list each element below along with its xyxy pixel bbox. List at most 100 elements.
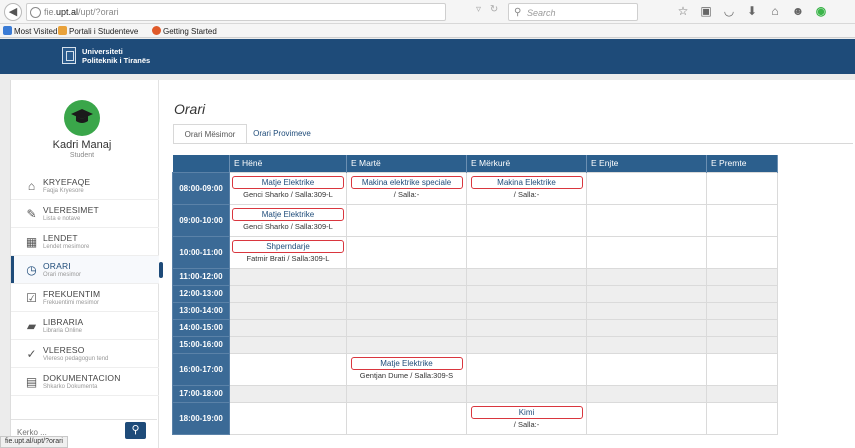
schedule-cell (706, 267, 778, 286)
subject-label[interactable]: Shperndarje (232, 239, 344, 253)
address-bar[interactable]: fie.upt.al/upt/?orari (26, 3, 446, 21)
schedule-cell (346, 335, 467, 354)
reload-icon[interactable]: ↻ (490, 4, 498, 15)
time-slot: 14:00-15:00 (172, 318, 230, 337)
schedule-cell (586, 318, 707, 337)
sidebar-item-dokumentacion[interactable]: ▤ DOKUMENTACION Shkarko Dokumenta (11, 368, 159, 396)
schedule-cell (586, 203, 707, 237)
subject-label[interactable]: Makina Elektrike (470, 175, 583, 189)
home-button-icon[interactable]: ⌂ (768, 4, 782, 18)
time-slot: 09:00-10:00 (172, 203, 230, 237)
schedule-cell (706, 352, 778, 386)
schedule-cell (346, 235, 467, 269)
schedule-cell (706, 301, 778, 320)
schedule-cell: Shperndarje Fatmir Brati / Salla:309-L (229, 235, 347, 269)
schedule-cell (466, 284, 587, 303)
home-icon: ⌂ (27, 179, 36, 193)
browser-search-box[interactable]: ⚲ Search (508, 3, 638, 21)
schedule-cell (706, 384, 778, 403)
schedule-cell (706, 235, 778, 269)
time-slot: 11:00-12:00 (172, 267, 230, 286)
site-header: Universiteti Politeknik i Tiranës (0, 39, 855, 74)
lecturer-room-info: / Salla:- (513, 419, 540, 429)
download-icon[interactable]: ⬇ (745, 4, 759, 18)
subject-label[interactable]: Matje Elektrike (232, 207, 344, 221)
schedule-cell: Kimi / Salla:- (466, 401, 587, 435)
lecturer-room-info: Gentjan Dume / Salla:309-S (359, 370, 454, 380)
schedule-row: 16:00-17:00 Matje Elektrike Gentjan Dume /… (172, 352, 778, 386)
subject-label[interactable]: Kimi (470, 405, 583, 419)
sidebar-item-libraria[interactable]: ▰ LIBRARIA Libraria Online (11, 312, 159, 340)
schedule-header-corner (172, 155, 230, 172)
search-icon: ⚲ (514, 7, 522, 18)
bookmark-most-visited[interactable]: Most Visited (3, 26, 57, 36)
back-button[interactable]: ◀ (4, 3, 22, 21)
schedule-cell: Matje Elektrike Genci Sharko / Salla:309-… (229, 171, 347, 205)
time-slot: 08:00-09:00 (172, 171, 230, 205)
sidebar-item-label: FREKUENTIM (43, 289, 101, 299)
subject-label[interactable]: Makina elektrike speciale (350, 175, 463, 189)
sidebar-search-button[interactable]: ⚲ (125, 422, 146, 439)
tab-orari-provimeve[interactable]: Orari Provimeve (247, 124, 317, 144)
schedule-row: 15:00-16:00 (172, 335, 778, 354)
globe-icon (30, 7, 41, 18)
time-slot: 12:00-13:00 (172, 284, 230, 303)
subject-label[interactable]: Matje Elektrike (232, 175, 344, 189)
schedule-cell: Matje Elektrike Genci Sharko / Salla:309-… (229, 203, 347, 237)
schedule-cell (586, 267, 707, 286)
schedule-cell (466, 235, 587, 269)
tab-orari-mesimor[interactable]: Orari Mësimor (173, 124, 247, 144)
sidebar-item-vlereso[interactable]: ✓ VLERESO Vlereso pedagogun tend (11, 340, 159, 368)
book-icon: ▰ (26, 319, 37, 333)
day-header: E Enjte (586, 155, 707, 172)
schedule-row: 13:00-14:00 (172, 301, 778, 320)
schedule-cell (346, 401, 467, 435)
page-title: Orari (174, 101, 206, 117)
schedule-cell (586, 284, 707, 303)
schedule-cell (706, 171, 778, 205)
bookmark-getting-started[interactable]: Getting Started (152, 26, 217, 36)
schedule-table: E Hënë E Martë E Mërkurë E Enjte E Premt… (172, 155, 778, 435)
pocket-icon[interactable]: ◡ (722, 4, 736, 18)
schedule-cell (346, 284, 467, 303)
schedule-row: 12:00-13:00 (172, 284, 778, 303)
sidebar-item-label: LIBRARIA (43, 317, 84, 327)
time-slot: 10:00-11:00 (172, 235, 230, 269)
search-placeholder: Search (527, 8, 556, 18)
university-name[interactable]: Universiteti Politeknik i Tiranës (82, 47, 150, 65)
schedule-cell (706, 401, 778, 435)
search-icon: ⚲ (131, 424, 140, 436)
schedule-cell (586, 301, 707, 320)
bookmark-star-icon[interactable]: ☆ (676, 4, 690, 18)
page-panel: Kadri Manaj Student ⌂ KRYEFAQE Faqja Kry… (10, 80, 855, 448)
subject-label[interactable]: Matje Elektrike (350, 356, 463, 370)
dropdown-arrow-icon[interactable]: ▿ (476, 4, 481, 15)
schedule-cell (466, 384, 587, 403)
schedule-cell: Makina elektrike speciale / Salla:- (346, 171, 467, 205)
bookmark-icon (3, 26, 12, 35)
schedule-cell (466, 267, 587, 286)
bookmark-portali[interactable]: Portali i Studenteve (58, 26, 138, 36)
reading-list-icon[interactable]: ▣ (699, 4, 713, 18)
schedule-cell (586, 235, 707, 269)
sidebar-item-vleresimet[interactable]: ✎ VLERESIMET Lista e notave (11, 200, 159, 228)
sidebar-item-label: ORARI (43, 261, 71, 271)
university-logo-icon[interactable] (62, 47, 76, 64)
chat-icon[interactable]: ☻ (791, 4, 805, 18)
schedule-cell (466, 318, 587, 337)
schedule-header-row: E Hënë E Martë E Mërkurë E Enjte E Premt… (172, 155, 778, 172)
sidebar-item-sublabel: Lendet mesimore (43, 244, 90, 250)
extension-icon[interactable]: ◉ (814, 4, 828, 18)
sidebar-item-kryefaqe[interactable]: ⌂ KRYEFAQE Faqja Kryesore (11, 172, 159, 200)
sidebar-item-label: VLERESIMET (43, 205, 99, 215)
tabs-divider (173, 143, 853, 144)
schedule-cell (346, 384, 467, 403)
sidebar-item-sublabel: Faqja Kryesore (43, 188, 84, 194)
sidebar-item-orari[interactable]: ◷ ORARI Orari mesimor (11, 256, 163, 284)
url-text: fie.upt.al/upt/?orari (44, 7, 119, 17)
schedule-cell (229, 318, 347, 337)
sidebar-item-frekuentim[interactable]: ☑ FREKUENTIM Frekuentimi mesimor (11, 284, 159, 312)
time-slot: 17:00-18:00 (172, 384, 230, 403)
schedule-cell (466, 203, 587, 237)
sidebar-item-lendet[interactable]: ▦ LENDET Lendet mesimore (11, 228, 159, 256)
